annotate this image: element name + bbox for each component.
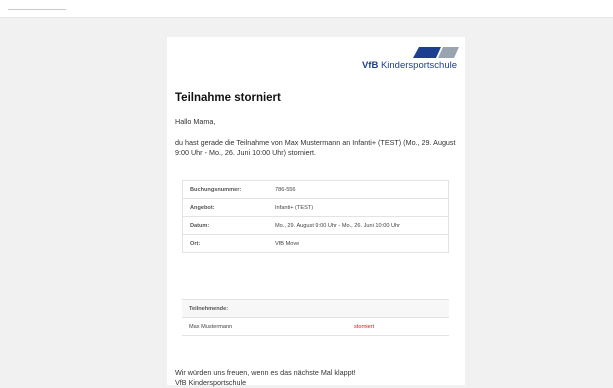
detail-label: Datum: <box>182 216 268 235</box>
detail-value: 786-556 <box>268 180 449 199</box>
logo-stripes-icon <box>413 47 459 58</box>
detail-label: Ort: <box>182 234 268 253</box>
participants-header: Teilnehmende: <box>182 299 449 318</box>
message-text: du hast gerade die Teilnahme von Max Mus… <box>175 138 456 157</box>
browser-top-bar <box>0 0 613 18</box>
detail-value: Infanti+ (TEST) <box>268 198 449 217</box>
table-row: Angebot: Infanti+ (TEST) <box>182 198 449 217</box>
table-row: Max Mustermann storniert <box>182 317 449 336</box>
booking-details-table: Buchungsnummer: 786-556 Angebot: Infanti… <box>182 180 449 253</box>
signature-text: VfB Kindersportschule <box>175 378 247 387</box>
email-card: VfB Kindersportschule Teilnahme stornier… <box>167 37 465 387</box>
table-row: Ort: VfB Move <box>182 234 449 253</box>
table-row: Buchungsnummer: 786-556 <box>182 180 449 199</box>
detail-label: Buchungsnummer: <box>182 180 268 199</box>
participants-table: Teilnehmende: Max Mustermann storniert <box>182 299 449 336</box>
detail-value: Mo., 29. August 9:00 Uhr - Mo., 26. Juni… <box>268 216 449 235</box>
table-row: Datum: Mo., 29. August 9:00 Uhr - Mo., 2… <box>182 216 449 235</box>
tab-indicator <box>8 9 66 10</box>
participants-header-row: Teilnehmende: <box>182 299 449 318</box>
logo-text-bold: VfB <box>361 60 379 71</box>
logo-text-rest: Kindersportschule <box>378 60 457 71</box>
closing-text: Wir würden uns freuen, wenn es das nächs… <box>175 368 356 377</box>
detail-value: VfB Move <box>268 234 449 253</box>
vfb-logo: VfB Kindersportschule <box>349 47 459 73</box>
participant-name: Max Mustermann <box>182 317 354 336</box>
detail-label: Angebot: <box>182 198 268 217</box>
email-heading: Teilnahme storniert <box>175 92 281 104</box>
participant-status: storniert <box>354 317 449 336</box>
greeting-text: Hallo Mama, <box>175 117 216 126</box>
logo-text: VfB Kindersportschule <box>362 60 457 71</box>
